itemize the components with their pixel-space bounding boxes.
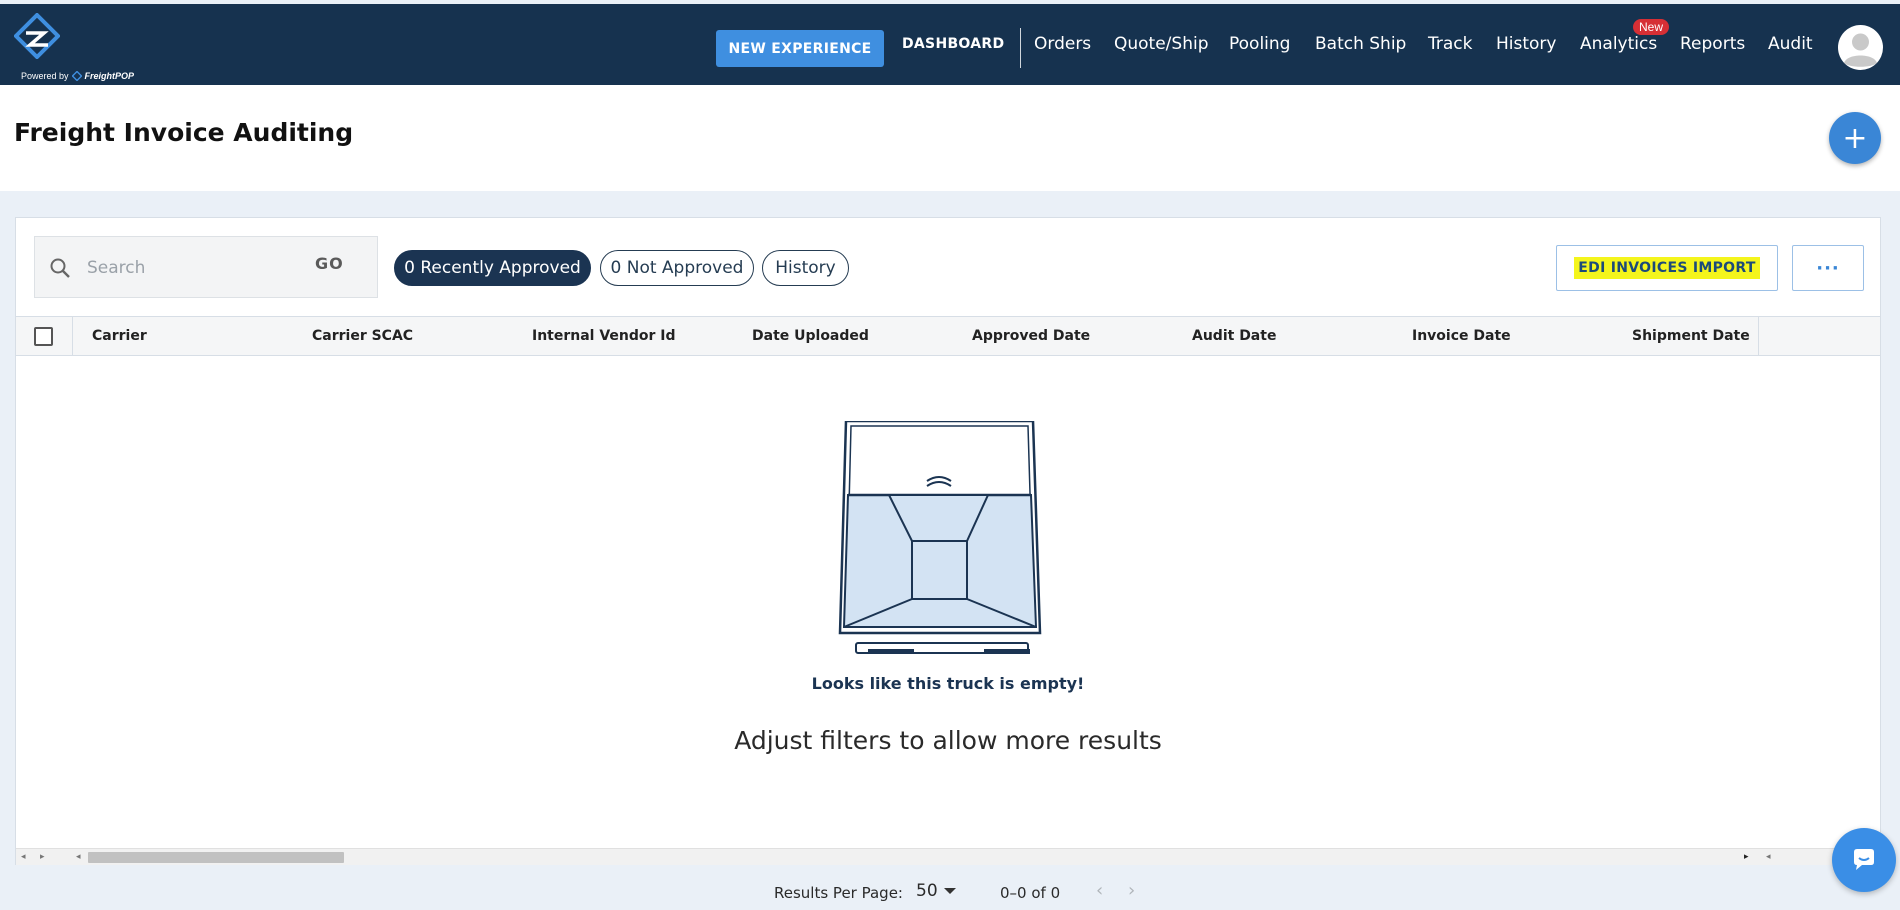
horizontal-scrollbar[interactable]: ◂ ▸ ◂ ▸ ◂ — [16, 848, 1880, 865]
new-badge: New — [1633, 19, 1670, 35]
column-invoice-date[interactable]: Invoice Date — [1412, 328, 1511, 344]
previous-page-icon[interactable]: ‹ — [1096, 880, 1103, 901]
user-avatar-icon — [1839, 26, 1882, 69]
scroll-left-icon[interactable]: ◂ — [21, 852, 26, 862]
add-button[interactable]: + — [1829, 112, 1881, 164]
results-per-page-select[interactable]: 50 — [916, 881, 956, 901]
filter-history[interactable]: History — [762, 250, 849, 286]
column-approved-date[interactable]: Approved Date — [972, 328, 1090, 344]
powered-by-text: Powered by — [21, 71, 69, 81]
column-shipment-date[interactable]: Shipment Date — [1632, 328, 1750, 344]
nav-track[interactable]: Track — [1428, 34, 1472, 54]
column-date-uploaded[interactable]: Date Uploaded — [752, 328, 869, 344]
powered-by-brand: FreightPOP — [84, 71, 135, 81]
search-input[interactable] — [87, 253, 287, 283]
nav-pooling[interactable]: Pooling — [1229, 34, 1290, 54]
top-navigation-bar: Powered by FreightPOP NEW EXPERIENCE DAS… — [0, 4, 1900, 85]
powered-by-label: Powered by FreightPOP — [21, 71, 134, 81]
nav-audit[interactable]: Audit — [1768, 34, 1813, 54]
empty-state-subtitle: Adjust filters to allow more results — [734, 726, 1162, 755]
scroll-left-icon[interactable]: ◂ — [1766, 852, 1771, 862]
filter-not-approved[interactable]: 0 Not Approved — [600, 250, 754, 286]
results-per-page-value: 50 — [916, 881, 938, 901]
nav-analytics[interactable]: Analytics — [1580, 34, 1657, 54]
column-carrier-scac[interactable]: Carrier SCAC — [312, 328, 413, 344]
page-title: Freight Invoice Auditing — [14, 118, 354, 147]
edi-invoices-import-button[interactable]: EDI INVOICES IMPORT — [1556, 245, 1778, 291]
pagination-range: 0–0 of 0 — [1000, 884, 1061, 902]
empty-truck-icon — [838, 421, 1042, 654]
nav-divider — [1020, 28, 1021, 68]
scroll-right-icon[interactable]: ▸ — [1744, 852, 1749, 862]
freightpop-mark-icon — [71, 71, 82, 81]
nav-orders[interactable]: Orders — [1034, 34, 1091, 54]
scrollbar-thumb[interactable] — [88, 852, 344, 863]
invoice-table-card: GO 0 Recently Approved 0 Not Approved Hi… — [15, 217, 1881, 865]
chevron-down-icon — [943, 888, 956, 894]
column-carrier[interactable]: Carrier — [92, 328, 147, 344]
column-internal-vendor-id[interactable]: Internal Vendor Id — [532, 328, 676, 344]
nav-quote-ship[interactable]: Quote/Ship — [1114, 34, 1209, 54]
chat-icon — [1854, 849, 1874, 870]
results-per-page-label: Results Per Page: — [774, 884, 903, 902]
filter-recently-approved[interactable]: 0 Recently Approved — [394, 250, 591, 286]
more-options-button[interactable]: ··· — [1792, 245, 1864, 291]
user-avatar[interactable] — [1838, 25, 1883, 70]
go-button[interactable]: GO — [315, 254, 344, 273]
nav-dashboard[interactable]: DASHBOARD — [902, 36, 1004, 52]
page-header: Freight Invoice Auditing + — [0, 85, 1900, 191]
search-box: GO — [34, 236, 378, 298]
column-audit-date[interactable]: Audit Date — [1192, 328, 1276, 344]
freightpop-logo-icon[interactable] — [14, 13, 60, 59]
new-experience-button[interactable]: NEW EXPERIENCE — [716, 30, 884, 67]
scroll-left-icon[interactable]: ◂ — [76, 852, 81, 862]
nav-history[interactable]: History — [1496, 34, 1556, 54]
select-all-cell — [16, 317, 73, 355]
nav-reports[interactable]: Reports — [1680, 34, 1745, 54]
nav-batch-ship[interactable]: Batch Ship — [1315, 34, 1406, 54]
search-icon — [50, 258, 70, 278]
chat-button[interactable] — [1832, 828, 1896, 892]
scroll-right-icon[interactable]: ▸ — [40, 852, 45, 862]
next-page-icon[interactable]: › — [1128, 880, 1135, 901]
table-header: Carrier Carrier SCAC Internal Vendor Id … — [16, 316, 1880, 356]
empty-state-title: Looks like this truck is empty! — [811, 674, 1085, 693]
column-divider — [1758, 317, 1759, 355]
edi-invoices-import-label: EDI INVOICES IMPORT — [1574, 257, 1760, 279]
select-all-checkbox[interactable] — [34, 327, 53, 346]
